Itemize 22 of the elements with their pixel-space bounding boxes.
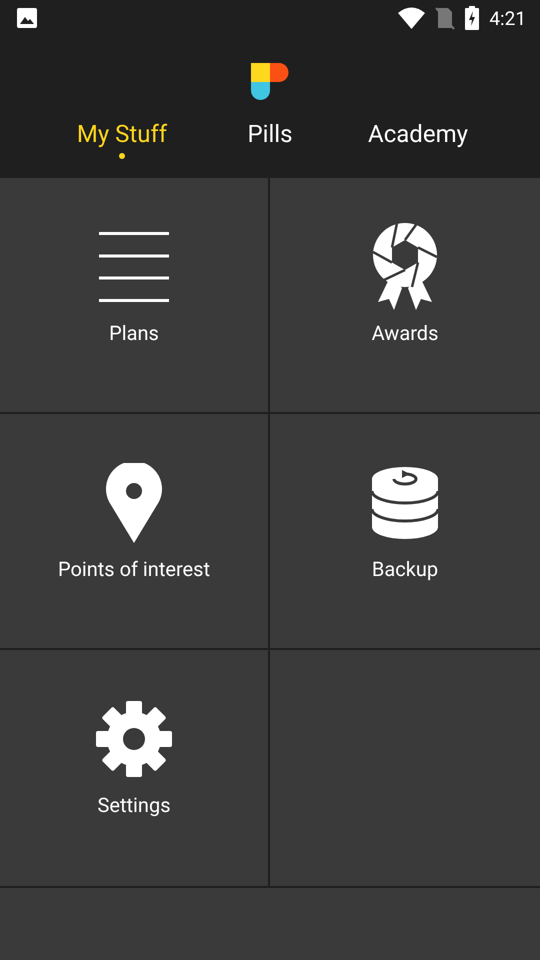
menu-tile[interactable]: Points of interest bbox=[0, 414, 270, 650]
database-restore-icon bbox=[372, 466, 438, 538]
battery-charging-icon bbox=[465, 6, 480, 30]
tab[interactable]: My Stuff bbox=[48, 120, 196, 159]
image-icon bbox=[16, 7, 38, 29]
menu-tile[interactable]: Plans bbox=[0, 178, 270, 414]
tile-label: Settings bbox=[97, 793, 171, 817]
tile-label: Awards bbox=[372, 321, 438, 345]
tile-label: Backup bbox=[372, 557, 438, 581]
award-ribbon-icon bbox=[372, 222, 438, 312]
tile-label: Plans bbox=[109, 321, 159, 345]
wifi-icon bbox=[398, 7, 426, 29]
no-sim-icon bbox=[435, 6, 456, 30]
tab[interactable]: Academy bbox=[344, 120, 492, 159]
list-icon bbox=[99, 232, 169, 302]
tab[interactable]: Pills bbox=[196, 120, 344, 159]
selected-indicator bbox=[119, 153, 125, 159]
app-logo bbox=[251, 63, 289, 100]
settings-icon bbox=[96, 700, 172, 776]
location-pin-icon bbox=[106, 462, 162, 542]
clock-time: 4:21 bbox=[489, 6, 526, 30]
tile-label: Points of interest bbox=[58, 557, 210, 581]
